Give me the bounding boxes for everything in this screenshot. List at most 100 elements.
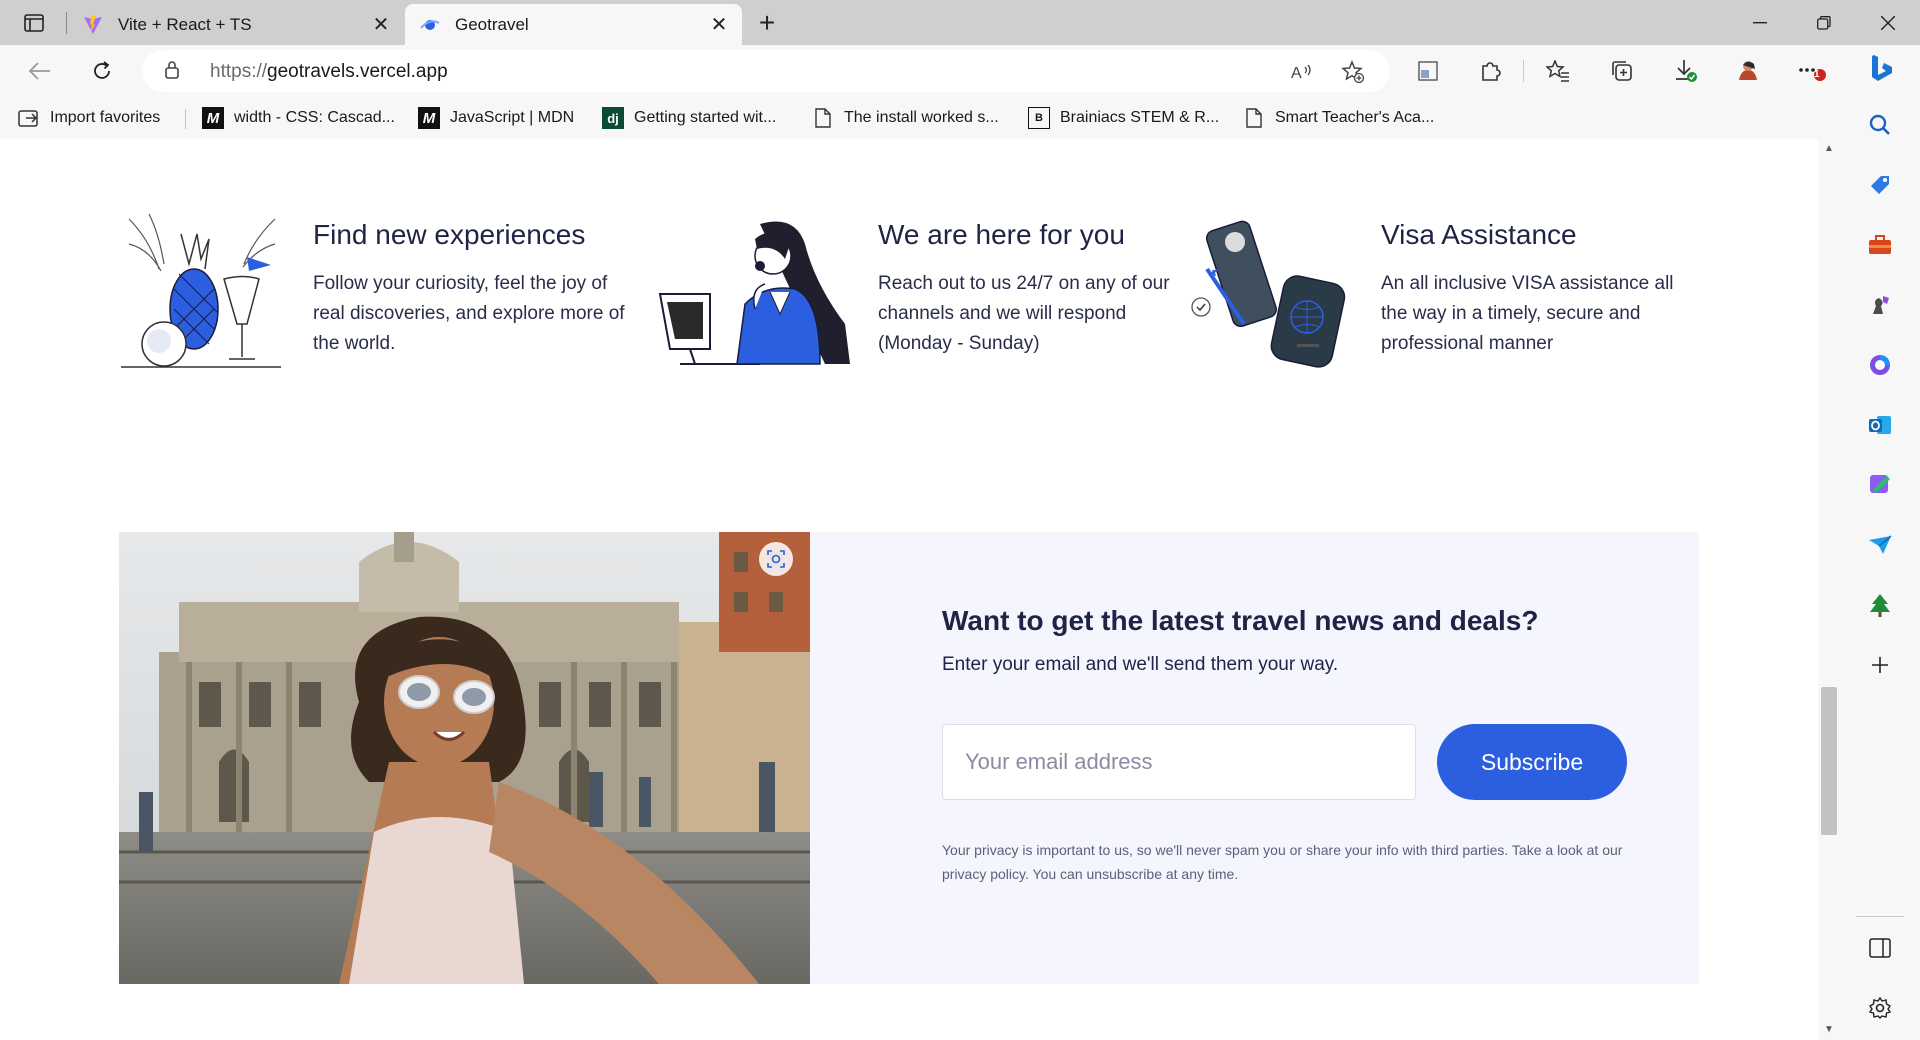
add-favorite-icon[interactable] xyxy=(1338,57,1368,87)
outlook-icon[interactable] xyxy=(1862,407,1898,443)
refresh-button[interactable] xyxy=(84,53,120,89)
minimize-button[interactable] xyxy=(1728,0,1792,45)
restore-button[interactable] xyxy=(1792,0,1856,45)
shopping-icon[interactable] xyxy=(1862,167,1898,203)
extensions-icon[interactable] xyxy=(1472,53,1508,89)
django-icon: dj xyxy=(602,107,624,129)
favorites-icon[interactable] xyxy=(1540,53,1576,89)
newsletter-section: Want to get the latest travel news and d… xyxy=(119,532,1699,984)
passport-illustration xyxy=(1191,220,1346,368)
feature-title: Visa Assistance xyxy=(1381,219,1577,250)
notification-badge: 1 xyxy=(1814,69,1820,80)
favorite-css-width[interactable]: M width - CSS: Cascad... xyxy=(202,105,395,131)
split-screen-icon[interactable] xyxy=(1410,53,1446,89)
favorite-smart-teacher[interactable]: Smart Teacher's Aca... xyxy=(1243,105,1434,131)
close-icon xyxy=(1881,15,1895,30)
vite-icon xyxy=(82,14,104,36)
privacy-note: Your privacy is important to us, so we'l… xyxy=(942,842,1623,882)
favorite-label: JavaScript | MDN xyxy=(450,109,575,126)
edge-sidebar xyxy=(1840,45,1920,1040)
refresh-icon xyxy=(94,61,110,79)
scroll-thumb[interactable] xyxy=(1821,687,1837,835)
games-icon[interactable] xyxy=(1862,287,1898,323)
pineapple-cocktail-illustration xyxy=(121,213,281,368)
search-icon[interactable] xyxy=(1862,107,1898,143)
favorite-label: Import favorites xyxy=(50,109,161,126)
traveler-photo xyxy=(119,532,810,984)
favorite-install-worked[interactable]: The install worked s... xyxy=(812,105,999,131)
back-arrow-icon xyxy=(29,62,50,80)
brainiacs-icon: B xyxy=(1028,107,1050,129)
mdn-icon: M xyxy=(418,107,440,129)
page-icon xyxy=(812,107,834,129)
tab-vite[interactable]: Vite + React + TS ✕ xyxy=(68,4,404,45)
favorite-import[interactable]: Import favorites xyxy=(18,105,160,131)
visual-search-icon[interactable] xyxy=(759,542,793,576)
tab-strip: Vite + React + TS ✕ Geotravel ✕ + xyxy=(0,0,1920,45)
toolbar-separator xyxy=(1523,60,1524,82)
favorite-label: Brainiacs STEM & R... xyxy=(1060,109,1220,126)
subscribe-button[interactable]: Subscribe xyxy=(1437,724,1627,800)
mdn-icon: M xyxy=(202,107,224,129)
newsletter-subheading: Enter your email and we'll send them you… xyxy=(942,654,1339,675)
feature-description: Reach out to us 24/7 on any of our chann… xyxy=(878,273,1170,354)
email-field[interactable] xyxy=(942,724,1416,800)
svg-text:A: A xyxy=(1291,65,1302,82)
page-icon xyxy=(1243,107,1265,129)
send-icon[interactable] xyxy=(1862,527,1898,563)
feature-title: We are here for you xyxy=(878,219,1125,250)
page-content: Find new experiences Follow your curiosi… xyxy=(0,139,1818,1040)
lock-icon xyxy=(164,60,180,85)
address-bar[interactable]: https://geotravels.vercel.app A xyxy=(142,50,1390,92)
favorite-getting-started[interactable]: dj Getting started wit... xyxy=(602,105,776,131)
tab-separator xyxy=(66,12,67,34)
tab-geotravel[interactable]: Geotravel ✕ xyxy=(405,4,742,45)
designer-icon[interactable] xyxy=(1862,467,1898,503)
tab-close-icon[interactable]: ✕ xyxy=(366,10,396,40)
url-text[interactable]: https://geotravels.vercel.app xyxy=(210,61,448,83)
geotravel-icon xyxy=(419,14,441,36)
hide-sidebar-icon[interactable] xyxy=(1862,930,1898,966)
favorite-label: Getting started wit... xyxy=(634,109,777,126)
browser-toolbar: https://geotravels.vercel.app A 1 xyxy=(0,45,1920,97)
tab-actions-button[interactable] xyxy=(16,9,52,37)
feature-description: Follow your curiosity, feel the joy of r… xyxy=(313,273,625,354)
favorites-separator xyxy=(185,109,186,129)
favorite-label: width - CSS: Cascad... xyxy=(234,109,395,126)
restore-icon xyxy=(1817,15,1831,30)
favorite-brainiacs[interactable]: B Brainiacs STEM & R... xyxy=(1028,105,1219,131)
minimize-icon xyxy=(1753,21,1767,23)
import-icon xyxy=(18,107,40,129)
tab-title: Geotravel xyxy=(455,14,529,34)
sidebar-separator xyxy=(1856,916,1904,917)
collections-icon[interactable] xyxy=(1604,53,1640,89)
favorite-javascript-mdn[interactable]: M JavaScript | MDN xyxy=(418,105,574,131)
favorite-label: The install worked s... xyxy=(844,109,999,126)
add-sidebar-app-icon[interactable] xyxy=(1862,647,1898,683)
feature-title: Find new experiences xyxy=(313,219,586,250)
tab-close-icon[interactable]: ✕ xyxy=(704,10,734,40)
back-button[interactable] xyxy=(22,53,58,89)
tab-actions-icon xyxy=(24,14,44,32)
close-window-button[interactable] xyxy=(1856,0,1920,45)
tab-title: Vite + React + TS xyxy=(118,14,252,34)
newsletter-heading: Want to get the latest travel news and d… xyxy=(942,605,1539,636)
support-agent-illustration xyxy=(658,221,850,365)
microsoft-365-icon[interactable] xyxy=(1862,347,1898,383)
copilot-icon[interactable] xyxy=(1862,49,1898,85)
favorite-label: Smart Teacher's Aca... xyxy=(1275,109,1435,126)
sidebar-settings-icon[interactable] xyxy=(1862,990,1898,1026)
new-tab-button[interactable]: + xyxy=(752,7,782,38)
settings-more-button[interactable]: 1 xyxy=(1794,53,1830,89)
scroll-up-icon[interactable]: ▲ xyxy=(1823,143,1835,155)
downloads-icon[interactable] xyxy=(1668,53,1704,89)
tools-icon[interactable] xyxy=(1862,227,1898,263)
profile-avatar[interactable] xyxy=(1730,53,1766,89)
scroll-down-icon[interactable]: ▼ xyxy=(1823,1024,1835,1036)
read-aloud-icon[interactable]: A xyxy=(1288,57,1318,87)
tree-icon[interactable] xyxy=(1862,587,1898,623)
feature-description: An all inclusive VISA assistance all the… xyxy=(1381,273,1674,354)
page-scrollbar[interactable]: ▲ ▼ xyxy=(1818,139,1840,1040)
favorites-bar: Import favorites M width - CSS: Cascad..… xyxy=(0,97,1920,139)
newsletter-panel: Want to get the latest travel news and d… xyxy=(810,532,1699,984)
